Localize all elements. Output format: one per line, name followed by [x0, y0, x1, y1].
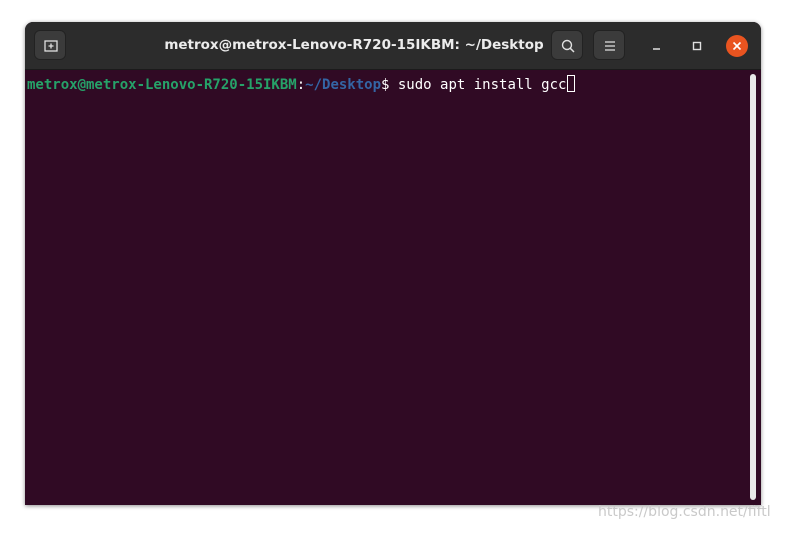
- title-bar[interactable]: metrox@metrox-Lenovo-R720-15IKBM: ~/Desk…: [25, 22, 761, 70]
- terminal-area[interactable]: metrox@metrox-Lenovo-R720-15IKBM:~/Deskt…: [25, 70, 761, 505]
- search-icon: [561, 39, 575, 53]
- watermark: https://blog.csdn.net/fiftl: [598, 504, 771, 520]
- prompt-line: metrox@metrox-Lenovo-R720-15IKBM:~/Deskt…: [27, 75, 576, 93]
- prompt-symbol: $: [381, 77, 398, 93]
- maximize-icon: [692, 41, 702, 51]
- scrollbar[interactable]: [750, 74, 756, 500]
- window-title: metrox@metrox-Lenovo-R720-15IKBM: ~/Desk…: [164, 37, 544, 53]
- new-tab-icon: [44, 40, 58, 52]
- search-button[interactable]: [551, 30, 583, 60]
- new-tab-button[interactable]: [34, 30, 66, 60]
- minimize-icon: [653, 48, 660, 50]
- menu-button[interactable]: [593, 30, 625, 60]
- terminal-window: metrox@metrox-Lenovo-R720-15IKBM: ~/Desk…: [25, 22, 761, 505]
- close-button[interactable]: [726, 35, 748, 57]
- prompt-separator: :: [296, 77, 306, 93]
- command-text[interactable]: sudo apt install gcc: [398, 77, 567, 93]
- maximize-button[interactable]: [686, 35, 708, 57]
- close-icon: [732, 41, 742, 51]
- hamburger-menu-icon: [605, 41, 615, 51]
- text-cursor: [567, 75, 576, 92]
- prompt-user: metrox@metrox-Lenovo-R720-15IKBM: [27, 77, 297, 93]
- minimize-button[interactable]: [646, 35, 668, 57]
- prompt-path: ~/Desktop: [305, 77, 382, 93]
